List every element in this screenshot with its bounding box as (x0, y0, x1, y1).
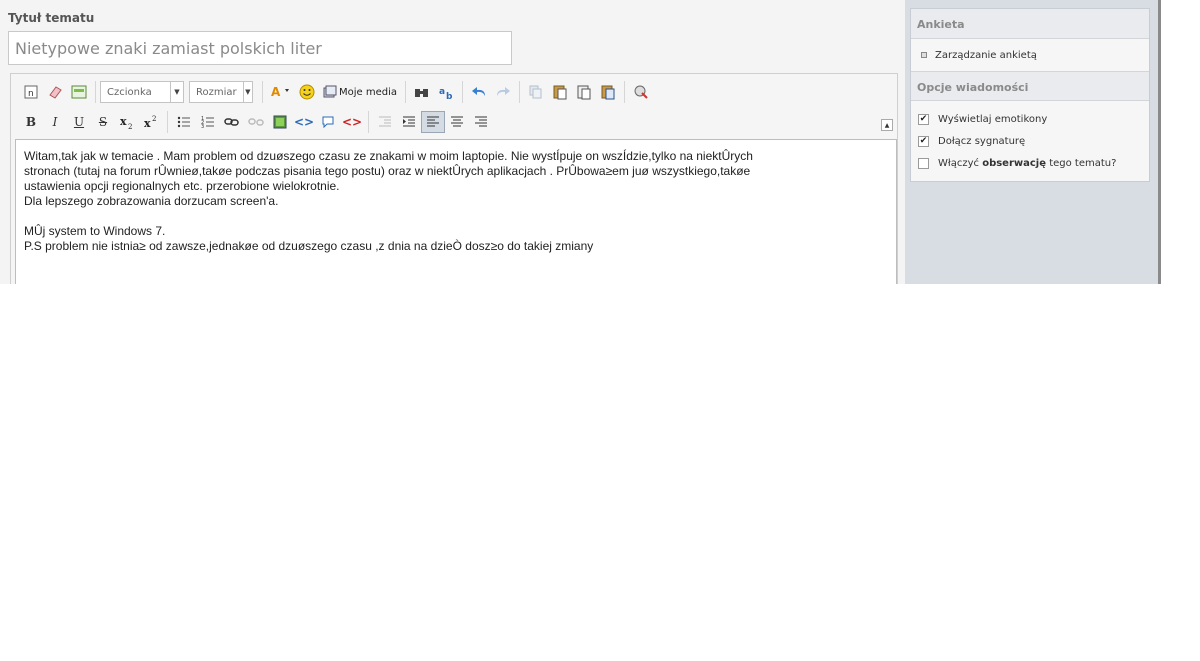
sidebar: Ankieta Zarządzanie ankietą Opcje wiadom… (905, 0, 1158, 284)
option-watch[interactable]: Włączyć obserwację tego tematu? (918, 152, 1142, 174)
italic-icon[interactable]: I (43, 111, 67, 133)
align-center-icon[interactable] (445, 111, 469, 133)
bulleted-list-icon[interactable] (172, 111, 196, 133)
numbered-list-icon[interactable]: 123 (196, 111, 220, 133)
poll-manage-link[interactable]: Zarządzanie ankietą (921, 44, 1139, 66)
strikethrough-icon[interactable]: S (91, 111, 115, 133)
message-options-heading: Opcje wiadomości (911, 71, 1149, 101)
link-icon[interactable] (220, 111, 244, 133)
my-media-label: Moje media (339, 86, 398, 98)
option-signature-label: Dołącz sygnaturę (938, 135, 1026, 147)
separator (624, 81, 626, 103)
size-select-label: Rozmiar (196, 86, 237, 98)
toolbar-row-1: n Czcionka ▼ Rozmiar ▼ A Moje media a b (19, 79, 653, 105)
separator (167, 111, 168, 133)
separator (95, 81, 96, 103)
superscript-icon[interactable]: x2 (139, 111, 163, 133)
find-icon[interactable] (410, 81, 434, 103)
bullet-icon (921, 52, 927, 58)
separator (462, 81, 464, 103)
editor-line: ustawienia opcji regionalnych etc. przer… (24, 179, 340, 193)
rich-text-editor: n Czcionka ▼ Rozmiar ▼ A Moje media a b … (10, 73, 898, 284)
option-watch-label: Włączyć obserwację tego tematu? (938, 158, 1116, 169)
image-icon[interactable] (268, 111, 292, 133)
checkbox-unchecked-icon[interactable] (918, 157, 929, 169)
paste-text-icon[interactable] (572, 81, 596, 103)
paste-icon[interactable] (548, 81, 572, 103)
undo-icon[interactable] (467, 81, 491, 103)
screenshot-area: Tytuł tematu n Czcionka ▼ (0, 0, 1162, 284)
options-panel: Ankieta Zarządzanie ankietą Opcje wiadom… (910, 8, 1150, 182)
option-emoticons-label: Wyświetlaj emotikony (938, 113, 1048, 125)
svg-text:x: x (144, 117, 151, 130)
option-watch-bold: obserwację (982, 157, 1047, 169)
editor-line: Witam,tak jak w temacie . Mam problem od… (24, 149, 753, 163)
option-watch-pre: Włączyć (938, 157, 983, 169)
font-select[interactable]: Czcionka ▼ (100, 81, 184, 103)
separator (519, 81, 521, 103)
message-options-body: ✔ Wyświetlaj emotikony ✔ Dołącz sygnatur… (911, 101, 1149, 181)
redo-icon[interactable] (491, 81, 515, 103)
message-textarea[interactable]: Witam,tak jak w temacie . Mam problem od… (15, 139, 897, 284)
underline-icon[interactable]: U (67, 111, 91, 133)
eraser-icon[interactable] (43, 81, 67, 103)
svg-text:b: b (446, 92, 453, 100)
replace-icon[interactable]: ab (434, 81, 458, 103)
editor-line: P.S problem nie istnia≥ od zawsze,jednak… (24, 239, 594, 253)
separator (262, 81, 263, 103)
svg-text:2: 2 (128, 123, 132, 130)
collapse-toolbar-icon[interactable]: ▲ (881, 119, 893, 131)
bold-icon[interactable]: B (19, 111, 43, 133)
toolbar-row-2: B I U S x2 x2 123 <> <> (19, 109, 493, 135)
editor-line: MÛj system to Windows 7. (24, 224, 166, 238)
media-icon (323, 85, 337, 98)
editor-line: stronach (tutaj na forum rÛwnieø,takøe p… (24, 164, 751, 178)
title-input[interactable] (8, 31, 512, 65)
svg-text:x: x (120, 115, 127, 128)
align-right-icon[interactable] (469, 111, 493, 133)
text-color-icon[interactable]: A (267, 81, 295, 103)
svg-text:3: 3 (201, 124, 204, 129)
option-emoticons[interactable]: ✔ Wyświetlaj emotikony (918, 108, 1142, 130)
svg-text:2: 2 (152, 115, 156, 123)
font-select-label: Czcionka (107, 86, 152, 98)
option-signature[interactable]: ✔ Dołącz sygnaturę (918, 130, 1142, 152)
svg-text:A: A (271, 85, 281, 99)
code-icon[interactable]: <> (292, 111, 316, 133)
indent-icon[interactable] (397, 111, 421, 133)
separator (368, 111, 369, 133)
align-left-icon[interactable] (421, 111, 445, 133)
template-icon[interactable] (67, 81, 91, 103)
editor-line (24, 209, 888, 224)
size-select[interactable]: Rozmiar ▼ (189, 81, 253, 103)
svg-text:a: a (439, 87, 445, 97)
title-label: Tytuł tematu (8, 11, 95, 25)
poll-manage-label: Zarządzanie ankietą (935, 49, 1037, 61)
smiley-icon[interactable] (295, 81, 319, 103)
html-icon[interactable]: <> (340, 111, 364, 133)
outdent-icon[interactable] (373, 111, 397, 133)
spellcheck-icon[interactable] (629, 81, 653, 103)
option-watch-post: tego tematu? (1046, 157, 1117, 169)
unlink-icon[interactable] (244, 111, 268, 133)
separator (405, 81, 407, 103)
poll-heading: Ankieta (911, 9, 1149, 39)
post-form: Tytuł tematu n Czcionka ▼ (0, 0, 905, 284)
editor-line: Dla lepszego zobrazowania dorzucam scree… (24, 194, 279, 208)
copy-icon[interactable] (524, 81, 548, 103)
svg-text:n: n (28, 89, 34, 99)
subscript-icon[interactable]: x2 (115, 111, 139, 133)
checkbox-checked-icon[interactable]: ✔ (918, 135, 929, 147)
chevron-down-icon: ▼ (170, 82, 183, 102)
poll-body: Zarządzanie ankietą (911, 39, 1149, 71)
checkbox-checked-icon[interactable]: ✔ (918, 113, 929, 125)
paste-word-icon[interactable] (596, 81, 620, 103)
window-edge (1158, 0, 1161, 284)
quote-icon[interactable] (316, 111, 340, 133)
my-media-button[interactable]: Moje media (319, 81, 401, 103)
source-icon[interactable]: n (19, 81, 43, 103)
chevron-down-icon: ▼ (242, 82, 252, 102)
